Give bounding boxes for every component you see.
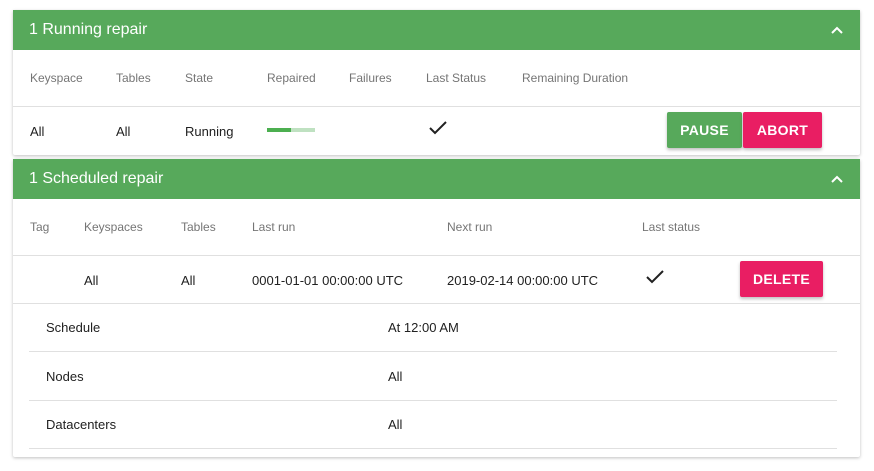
- column-header-next-run: Next run: [447, 220, 493, 234]
- running-repair-header[interactable]: 1 Running repair: [13, 10, 860, 50]
- column-header-tag: Tag: [30, 220, 50, 234]
- column-header-state: State: [185, 71, 214, 85]
- scheduled-repair-table: Tag Keyspaces Tables Last run Next run L…: [13, 199, 860, 457]
- detail-value: All: [388, 417, 403, 432]
- column-header-keyspace: Keyspace: [30, 71, 83, 85]
- scheduled-repair-title: 1 Scheduled repair: [29, 170, 164, 187]
- next-run-cell: 2019-02-14 00:00:00 UTC: [447, 273, 599, 288]
- column-header-tables: Tables: [181, 220, 216, 234]
- keyspaces-cell: All: [84, 273, 99, 288]
- running-repair-title: 1 Running repair: [29, 21, 148, 38]
- detail-label: Datacenters: [46, 417, 117, 432]
- keyspace-cell: All: [30, 124, 45, 139]
- detail-value: All: [388, 369, 403, 384]
- detail-value: At 12:00 AM: [388, 320, 459, 335]
- scheduled-repair-panel: 1 Scheduled repair Tag Keyspaces Tables …: [13, 159, 860, 457]
- chevron-up-icon[interactable]: [830, 23, 844, 37]
- column-header-remaining-duration: Remaining Duration: [522, 71, 629, 85]
- delete-button[interactable]: DELETE: [740, 261, 823, 297]
- pause-button[interactable]: PAUSE: [667, 112, 742, 148]
- divider: [13, 255, 860, 256]
- detail-row-datacenters: Datacenters All: [29, 401, 837, 449]
- check-icon: [428, 120, 448, 141]
- divider: [13, 106, 860, 107]
- column-header-tables: Tables: [116, 71, 151, 85]
- detail-row-schedule: Schedule At 12:00 AM: [29, 304, 837, 352]
- column-header-last-status: Last status: [642, 220, 701, 234]
- column-header-last-status: Last Status: [426, 71, 487, 85]
- check-icon: [645, 269, 665, 290]
- tables-cell: All: [181, 273, 196, 288]
- detail-row-nodes: Nodes All: [29, 353, 837, 401]
- abort-button[interactable]: ABORT: [743, 112, 822, 148]
- detail-label: Nodes: [46, 369, 84, 384]
- column-header-repaired: Repaired: [267, 71, 316, 85]
- tables-cell: All: [116, 124, 131, 139]
- scheduled-repair-header[interactable]: 1 Scheduled repair: [13, 159, 860, 199]
- last-run-cell: 0001-01-01 00:00:00 UTC: [252, 273, 404, 288]
- detail-label: Schedule: [46, 320, 101, 335]
- repaired-progress-bar: [267, 128, 315, 132]
- running-repair-panel: 1 Running repair Keyspace Tables State R…: [13, 10, 860, 155]
- column-header-keyspaces: Keyspaces: [84, 220, 143, 234]
- running-repair-table: Keyspace Tables State Repaired Failures …: [13, 50, 860, 155]
- state-cell: Running: [185, 124, 234, 139]
- column-header-failures: Failures: [349, 71, 392, 85]
- column-header-last-run: Last run: [252, 220, 296, 234]
- repaired-progress-fill: [267, 128, 291, 132]
- chevron-up-icon[interactable]: [830, 172, 844, 186]
